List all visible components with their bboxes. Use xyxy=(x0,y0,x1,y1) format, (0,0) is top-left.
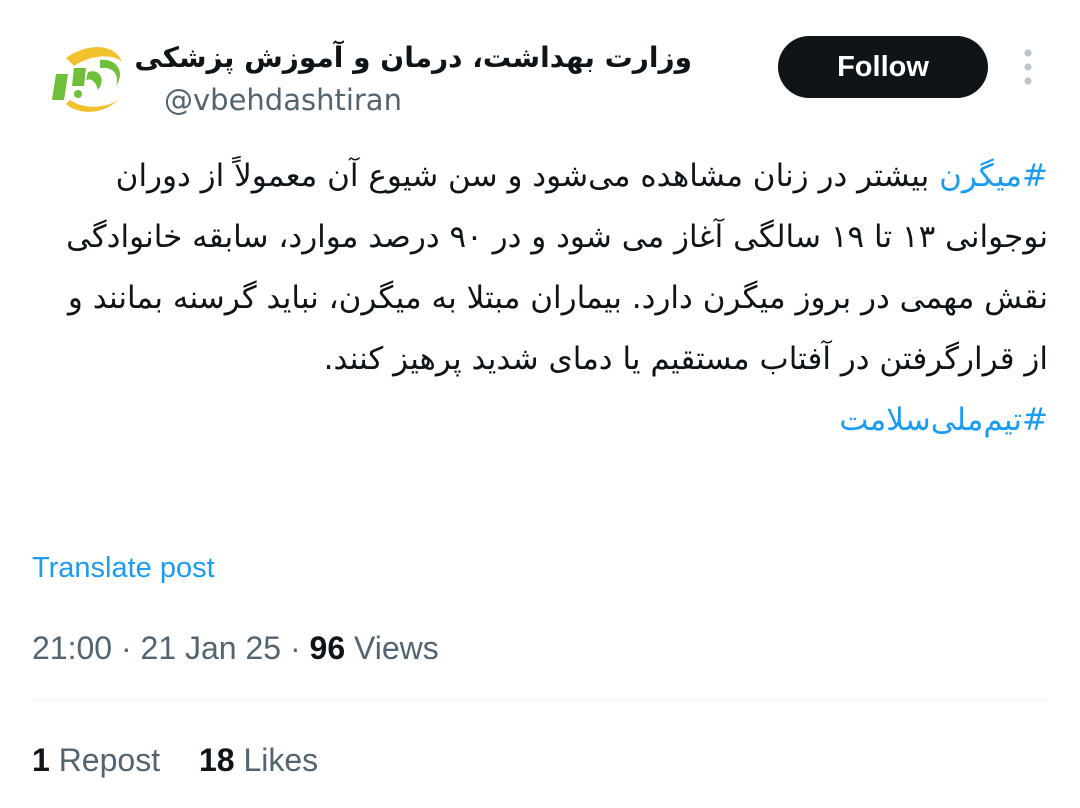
likes-stat[interactable]: 18 Likes xyxy=(199,738,318,782)
meta-separator: · xyxy=(281,630,310,666)
ministry-logo-icon xyxy=(52,47,122,112)
reposts-count: 1 xyxy=(32,742,50,778)
likes-label: Likes xyxy=(234,742,319,778)
meta-separator: · xyxy=(112,630,141,666)
more-vertical-icon xyxy=(1024,49,1032,85)
reposts-stat[interactable]: 1 Repost xyxy=(32,738,160,782)
post-body: #میگرن بیشتر در زنان مشاهده می‌شود و سن … xyxy=(36,146,1048,451)
more-options-button[interactable] xyxy=(1014,46,1042,88)
follow-button[interactable]: Follow xyxy=(778,36,988,98)
avatar[interactable] xyxy=(30,28,142,124)
post-time[interactable]: 21:00 xyxy=(32,630,112,666)
likes-count: 18 xyxy=(198,742,235,778)
post-text: بیشتر در زنان مشاهده می‌شود و سن شیوع آن… xyxy=(66,158,1048,377)
author-handle[interactable]: @vbehdashtiran xyxy=(164,82,402,118)
hashtag-migraine-link[interactable]: #میگرن xyxy=(939,158,1048,194)
reposts-label: Repost xyxy=(49,742,161,778)
engagement-stats: 1 Repost 18 Likes xyxy=(32,738,318,782)
views-count: 96 xyxy=(309,630,346,666)
post-meta: 21:00 · 21 Jan 25 · 96 Views xyxy=(32,626,439,670)
views-label: Views xyxy=(345,630,439,666)
divider xyxy=(32,699,1048,700)
post-date[interactable]: 21 Jan 25 xyxy=(141,630,282,666)
hashtag-national-health-team-link[interactable]: #تیم‌ملی‌سلامت xyxy=(36,390,1048,451)
author-display-name[interactable]: وزارت بهداشت، درمان و آموزش پزشکی xyxy=(134,38,692,78)
tweet: وزارت بهداشت، درمان و آموزش پزشکی @vbehd… xyxy=(0,0,1080,808)
translate-post-link[interactable]: Translate post xyxy=(32,548,215,588)
